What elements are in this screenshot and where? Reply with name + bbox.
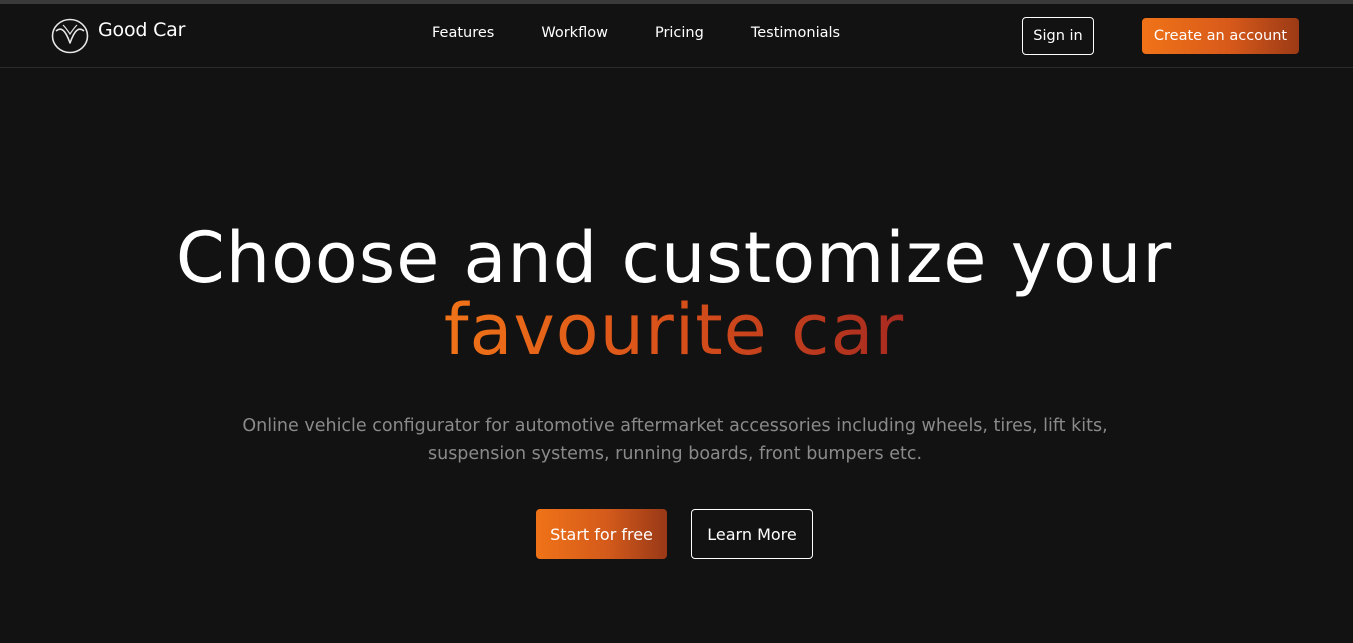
mazda-logo-icon bbox=[51, 18, 89, 54]
create-account-button[interactable]: Create an account bbox=[1142, 18, 1299, 54]
hero-subtitle: Online vehicle configurator for automoti… bbox=[242, 416, 1108, 464]
nav-link-workflow[interactable]: Workflow bbox=[541, 25, 608, 41]
nav-link-features[interactable]: Features bbox=[432, 25, 494, 41]
sign-in-button[interactable]: Sign in bbox=[1022, 17, 1094, 55]
brand[interactable]: Good Car bbox=[50, 16, 185, 56]
nav-link-pricing[interactable]: Pricing bbox=[655, 25, 704, 41]
brand-name: Good Car bbox=[98, 19, 186, 41]
learn-more-button[interactable]: Learn More bbox=[691, 509, 813, 559]
hero-title-line1: Choose and customize your bbox=[175, 217, 1173, 299]
start-for-free-button[interactable]: Start for free bbox=[536, 509, 667, 559]
nav-link-testimonials[interactable]: Testimonials bbox=[751, 25, 840, 41]
navbar: Good Car Features Workflow Pricing Testi… bbox=[0, 4, 1353, 68]
nav-links: Features Workflow Pricing Testimonials bbox=[432, 25, 887, 41]
hero-title: Choose and customize your favourite car bbox=[0, 222, 1348, 366]
hero-title-highlight: favourite car bbox=[443, 289, 905, 371]
